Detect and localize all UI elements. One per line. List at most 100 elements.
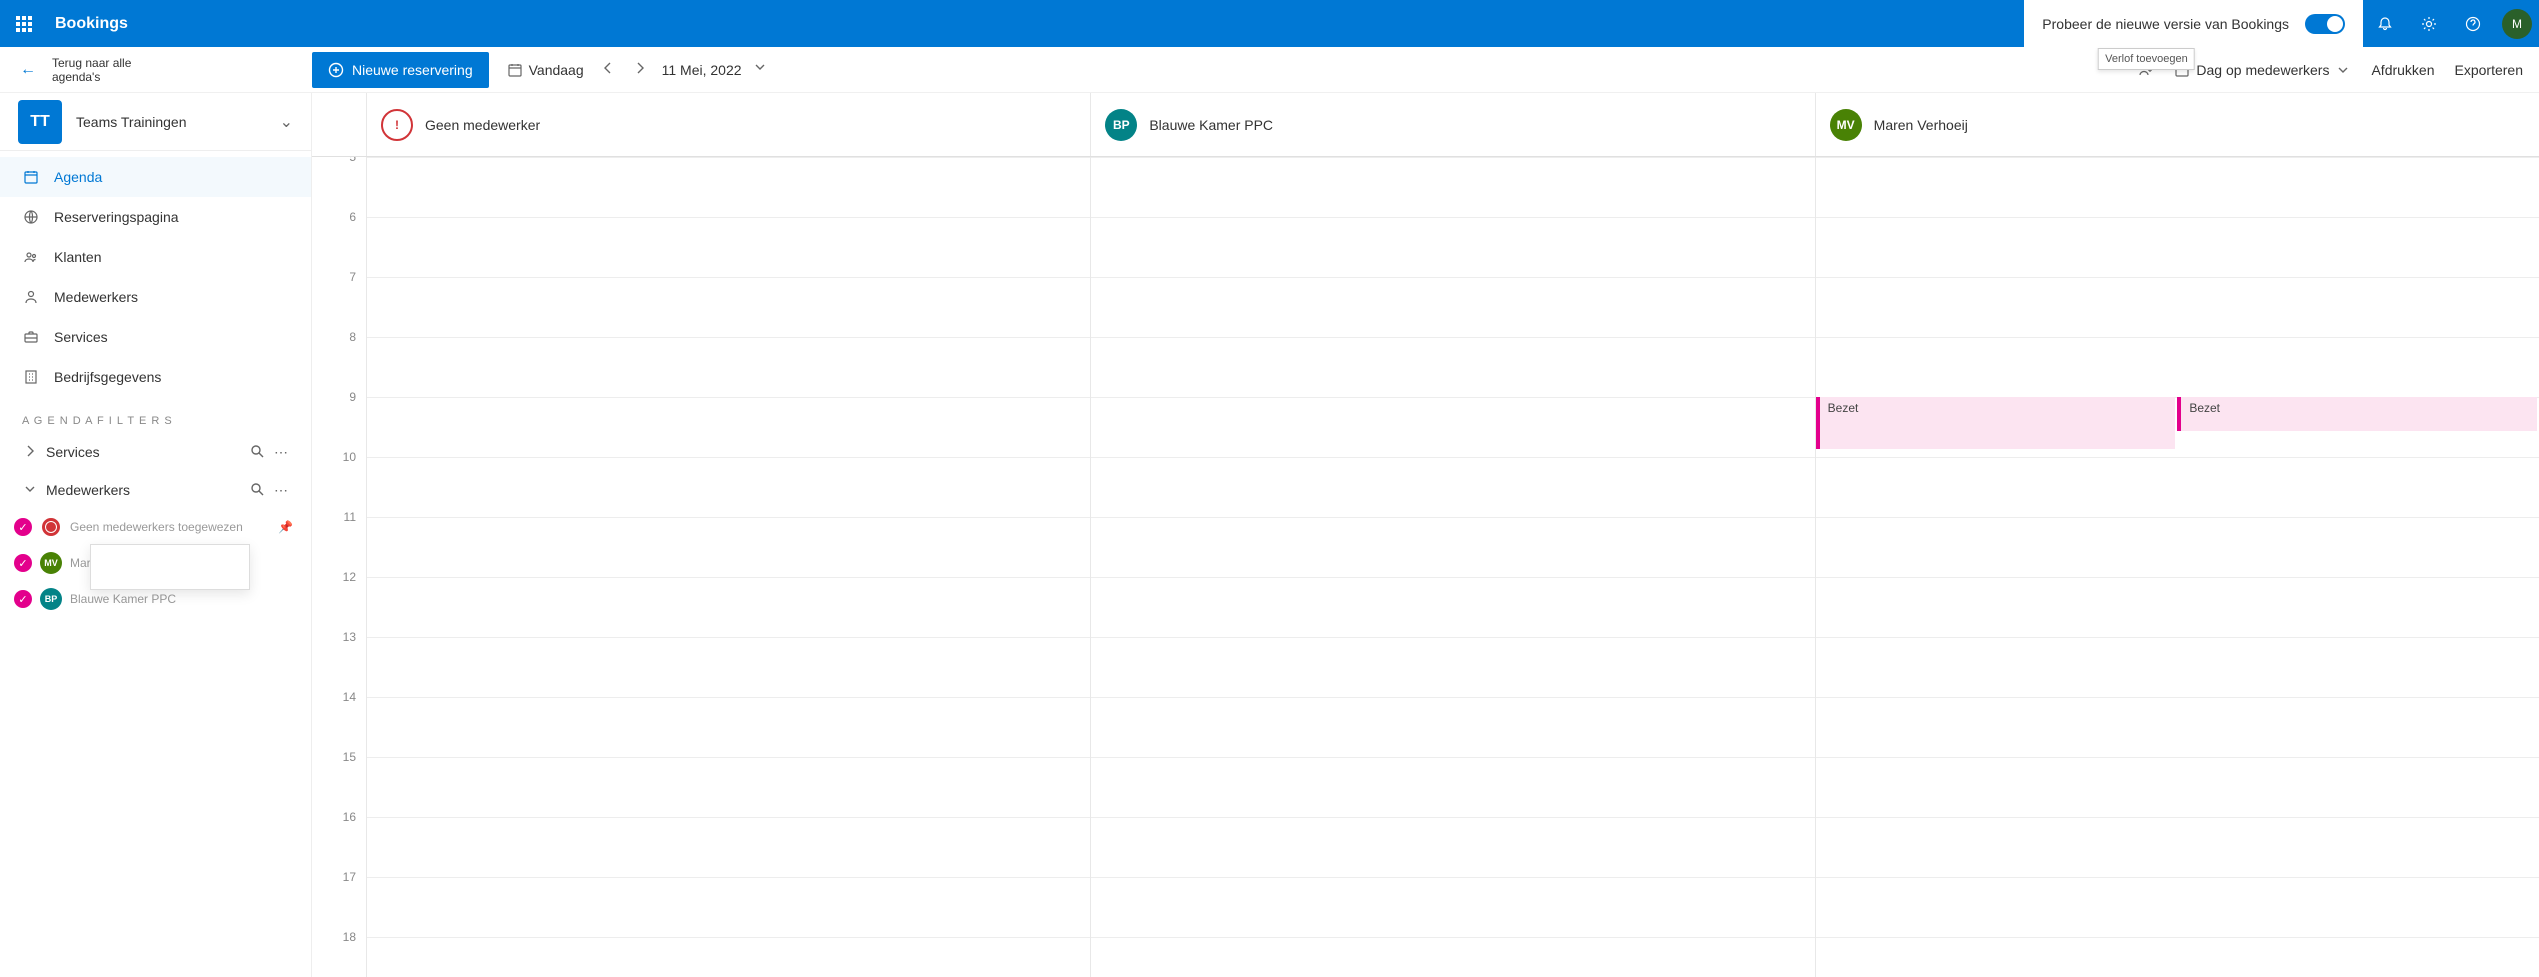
calendar-event[interactable]: Bezet xyxy=(2177,397,2537,431)
calendar-event[interactable]: Bezet xyxy=(1816,397,2176,449)
hour-cell[interactable] xyxy=(1816,757,2539,817)
export-button[interactable]: Exporteren xyxy=(2455,62,2523,78)
more-services-button[interactable]: ⋯ xyxy=(269,444,293,461)
hour-cell[interactable] xyxy=(367,457,1090,517)
back-nav[interactable]: ← Terug naar alle agenda's xyxy=(0,56,312,84)
search-services-button[interactable] xyxy=(245,443,269,462)
hour-cell[interactable] xyxy=(1816,217,2539,277)
hour-cell[interactable] xyxy=(367,397,1090,457)
hour-cell[interactable] xyxy=(367,637,1090,697)
nav-business-info[interactable]: Bedrijfsgegevens xyxy=(0,357,311,397)
filter-staff-row: Medewerkers ⋯ xyxy=(0,471,311,509)
today-button[interactable]: Vandaag xyxy=(507,62,584,78)
calendar-icon xyxy=(507,62,523,78)
hour-cell[interactable] xyxy=(1091,937,1814,977)
hour-cell[interactable] xyxy=(1816,937,2539,977)
column-title: Geen medewerker xyxy=(425,117,540,133)
next-day-button[interactable] xyxy=(624,60,656,79)
hour-cell[interactable] xyxy=(1816,577,2539,637)
hour-cell[interactable] xyxy=(367,337,1090,397)
nav-booking-page[interactable]: Reserveringspagina xyxy=(0,197,311,237)
hour-cell[interactable] xyxy=(1816,277,2539,337)
hour-cell[interactable] xyxy=(1091,457,1814,517)
calendar-grid[interactable]: 56789101112131415161718 BezetBezet xyxy=(312,157,2539,977)
pin-icon[interactable]: 📌 xyxy=(278,520,293,534)
toolbar-right: Verlof toevoegen Dag op medewerkers Afdr… xyxy=(2138,62,2539,78)
building-icon xyxy=(22,369,40,385)
hour-cell[interactable] xyxy=(1091,757,1814,817)
hour-cell[interactable] xyxy=(367,757,1090,817)
date-display[interactable]: 11 Mei, 2022 xyxy=(662,62,742,78)
help-button[interactable] xyxy=(2451,0,2495,47)
hour-cell[interactable] xyxy=(1091,877,1814,937)
context-menu-item[interactable] xyxy=(91,551,249,567)
view-selector[interactable]: Dag op medewerkers xyxy=(2174,62,2351,78)
new-booking-button[interactable]: Nieuwe reservering xyxy=(312,52,489,88)
context-menu-item[interactable] xyxy=(91,567,249,583)
hour-cell[interactable] xyxy=(1816,817,2539,877)
hour-cell[interactable] xyxy=(367,877,1090,937)
hour-cell[interactable] xyxy=(1091,277,1814,337)
hour-cell[interactable] xyxy=(1091,217,1814,277)
tooltip: Verlof toevoegen xyxy=(2098,48,2195,70)
print-button[interactable]: Afdrukken xyxy=(2371,62,2434,78)
date-picker-button[interactable] xyxy=(752,59,768,80)
hour-cell[interactable] xyxy=(367,517,1090,577)
app-header: Bookings Probeer de nieuwe versie van Bo… xyxy=(0,0,2539,47)
hour-cell[interactable] xyxy=(1091,637,1814,697)
calendar-column-1[interactable] xyxy=(1090,157,1814,977)
context-menu xyxy=(90,544,250,590)
hour-cell[interactable] xyxy=(367,577,1090,637)
calendar-badge: TT xyxy=(18,100,62,144)
hour-cell[interactable] xyxy=(1816,157,2539,217)
search-staff-button[interactable] xyxy=(245,481,269,500)
hour-cell[interactable] xyxy=(1091,337,1814,397)
hour-cell[interactable] xyxy=(1816,637,2539,697)
hour-cell[interactable] xyxy=(367,157,1090,217)
add-time-off-button[interactable]: Verlof toevoegen xyxy=(2138,62,2154,78)
member-check[interactable]: ✓ xyxy=(14,590,32,608)
hour-cell[interactable] xyxy=(1091,817,1814,877)
hour-cell[interactable] xyxy=(1091,697,1814,757)
notifications-button[interactable] xyxy=(2363,0,2407,47)
hour-cell[interactable] xyxy=(367,697,1090,757)
hour-cell[interactable] xyxy=(367,277,1090,337)
expand-services-button[interactable] xyxy=(22,443,40,462)
calendar-columns: BezetBezet xyxy=(366,157,2539,977)
prev-day-button[interactable] xyxy=(592,60,624,79)
hour-cell[interactable] xyxy=(1816,457,2539,517)
app-title: Bookings xyxy=(55,15,128,33)
hour-cell[interactable] xyxy=(367,217,1090,277)
search-icon xyxy=(249,443,265,459)
more-staff-button[interactable]: ⋯ xyxy=(269,482,293,499)
hour-cell[interactable] xyxy=(1091,397,1814,457)
hour-cell[interactable] xyxy=(1816,697,2539,757)
nav-customers[interactable]: Klanten xyxy=(0,237,311,277)
settings-button[interactable] xyxy=(2407,0,2451,47)
hour-cell[interactable] xyxy=(1816,517,2539,577)
member-check[interactable]: ✓ xyxy=(14,518,32,536)
column-header-1: BP Blauwe Kamer PPC xyxy=(1090,93,1814,156)
hour-cell[interactable] xyxy=(1816,337,2539,397)
hour-cell[interactable] xyxy=(1091,517,1814,577)
hour-cell[interactable] xyxy=(1091,157,1814,217)
hour-cell[interactable] xyxy=(367,817,1090,877)
collapse-staff-button[interactable] xyxy=(22,481,40,500)
calendar-column-2[interactable]: BezetBezet xyxy=(1815,157,2539,977)
nav-agenda[interactable]: Agenda xyxy=(0,157,311,197)
hour-cell[interactable] xyxy=(1091,577,1814,637)
time-gutter: 56789101112131415161718 xyxy=(312,157,366,977)
nav-services[interactable]: Services xyxy=(0,317,311,357)
promo-toggle[interactable] xyxy=(2305,14,2345,34)
column-avatar: MV xyxy=(1830,109,1862,141)
member-check[interactable]: ✓ xyxy=(14,554,32,572)
app-launcher-button[interactable] xyxy=(0,0,47,47)
hour-cell[interactable] xyxy=(1816,877,2539,937)
member-row-unassigned[interactable]: ✓ Geen medewerkers toegewezen 📌 xyxy=(0,509,311,545)
calendar-column-0[interactable] xyxy=(366,157,1090,977)
account-button[interactable]: M xyxy=(2495,0,2539,47)
hour-cell[interactable] xyxy=(367,937,1090,977)
chevron-right-icon xyxy=(22,443,38,459)
nav-staff[interactable]: Medewerkers xyxy=(0,277,311,317)
calendar-selector[interactable]: TT Teams Trainingen ⌄ xyxy=(0,93,311,151)
